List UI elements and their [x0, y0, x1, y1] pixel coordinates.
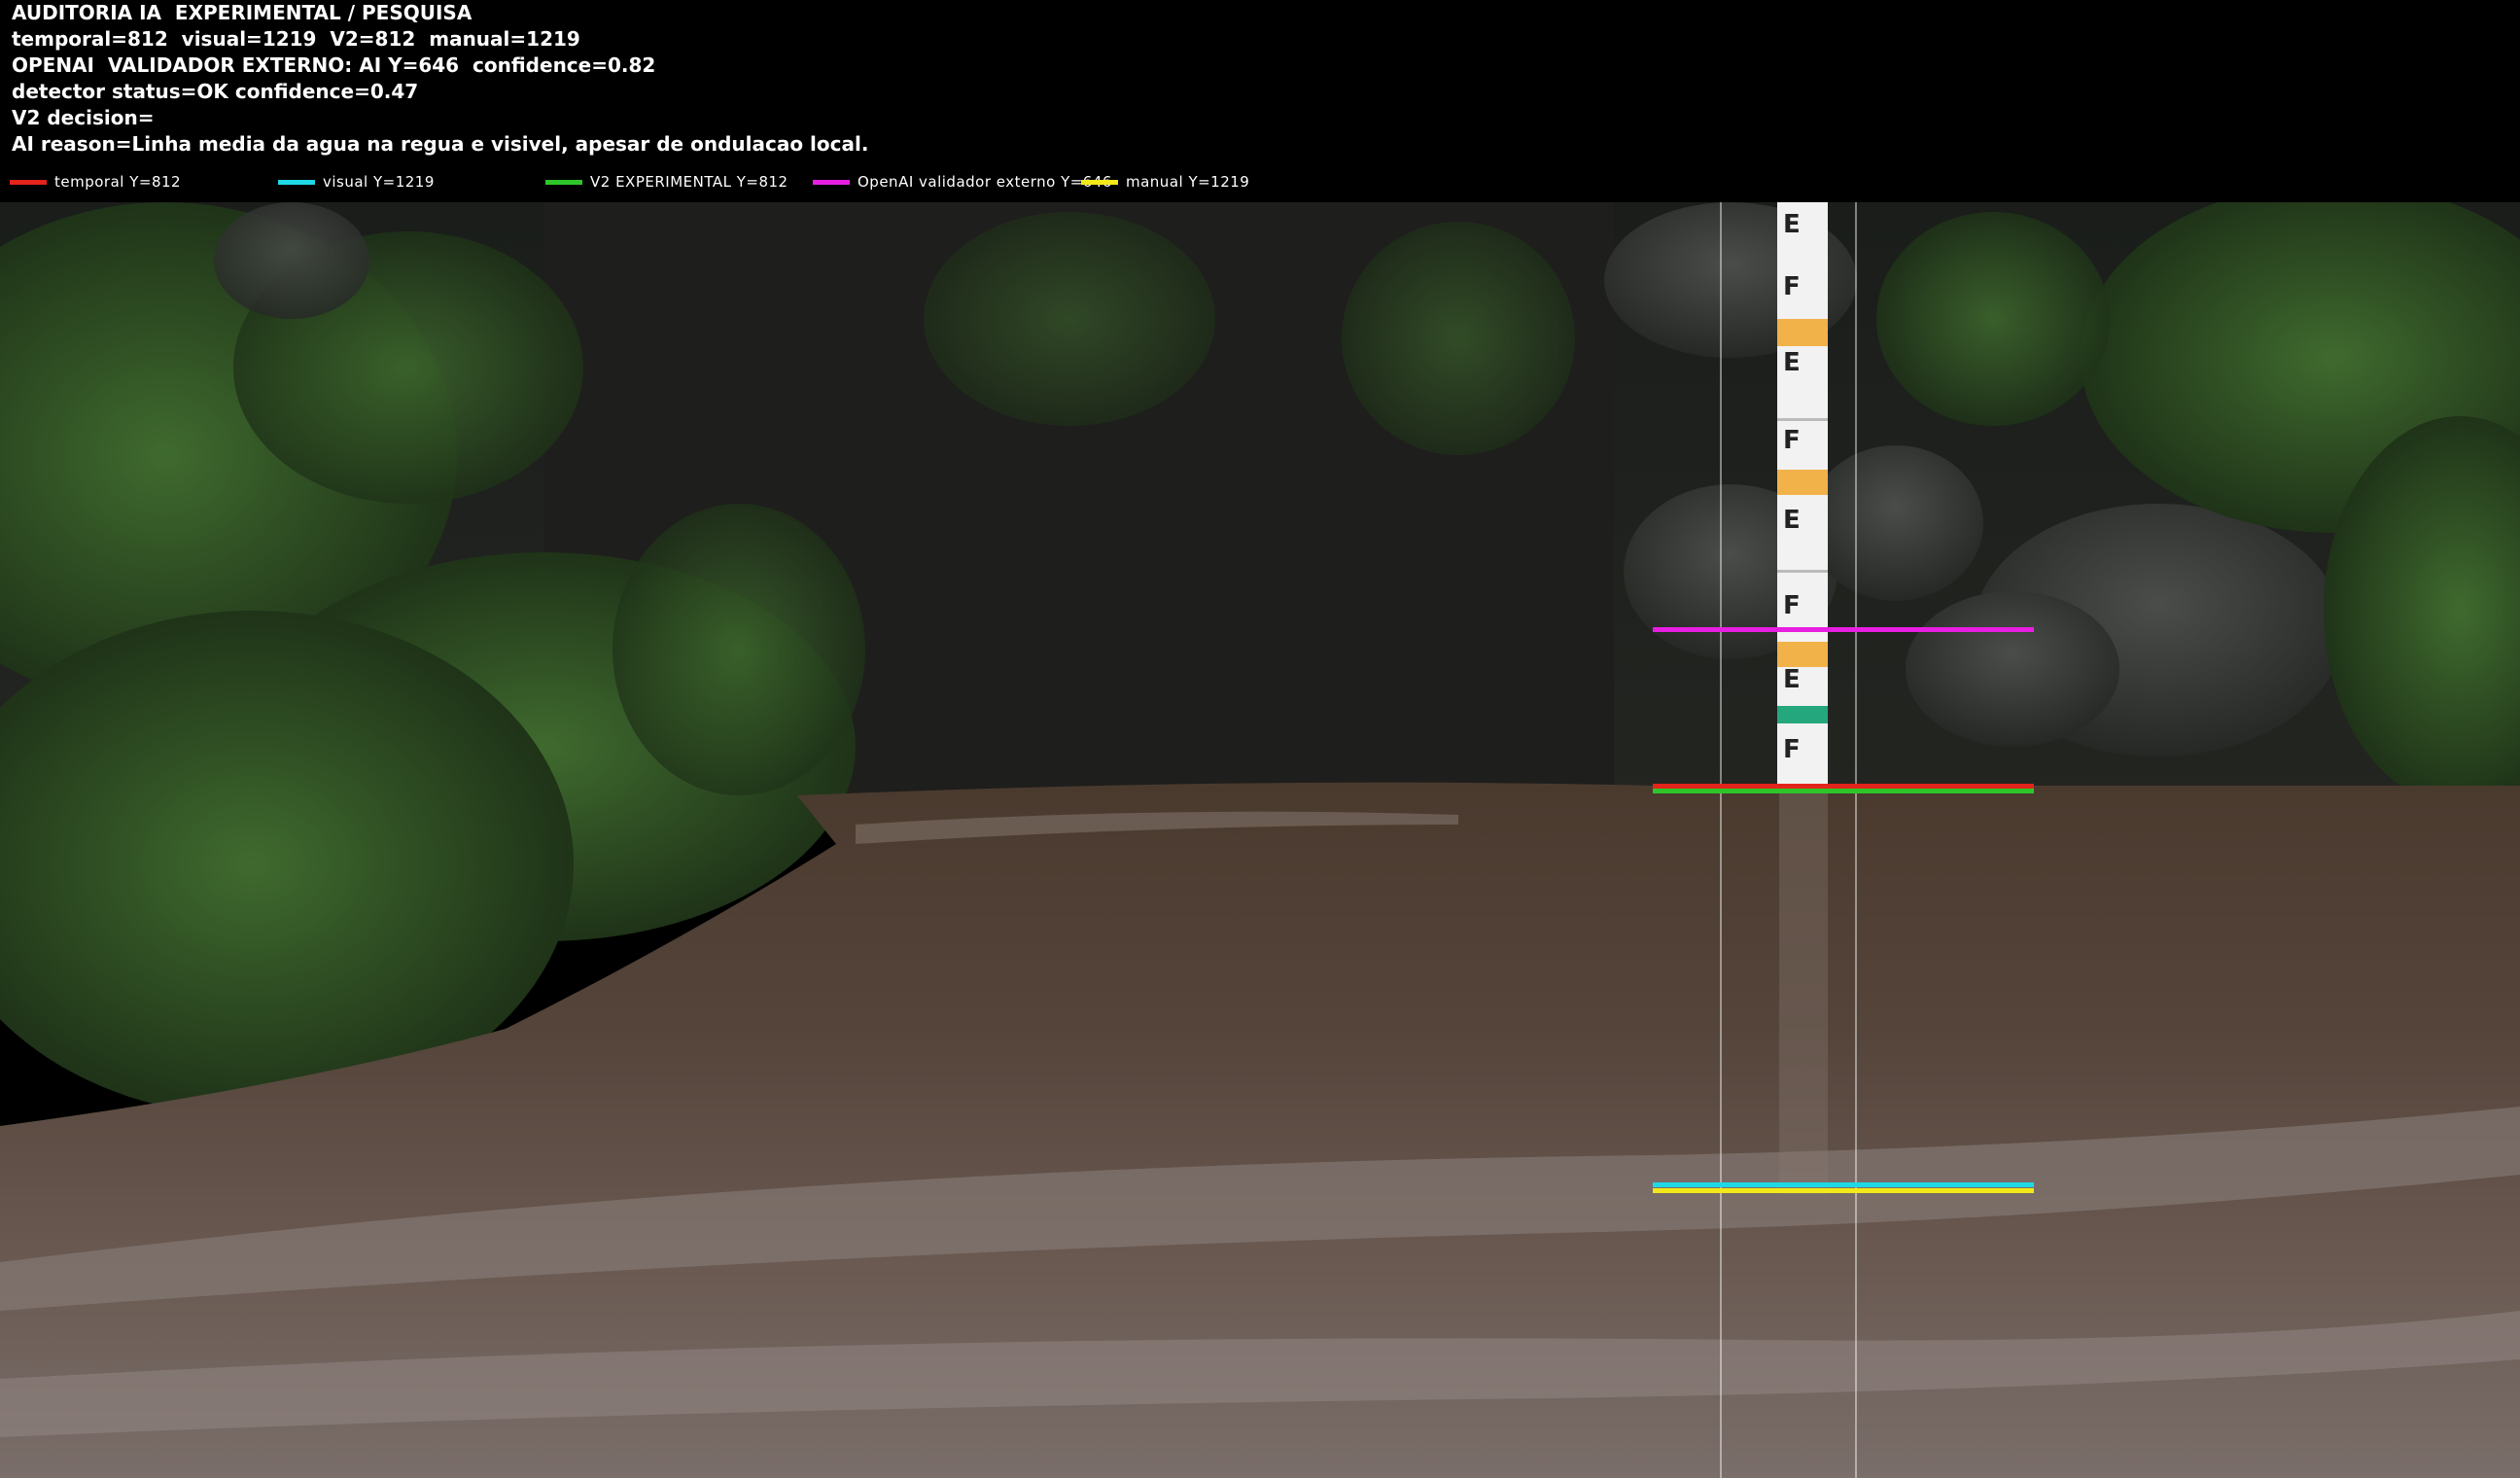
- legend-item-temporal: temporal Y=812: [10, 170, 181, 194]
- legend-swatch: [813, 179, 850, 185]
- gauge-mark: F: [1783, 272, 1801, 301]
- gauge-mark: F: [1783, 591, 1801, 620]
- legend-item-openai: OpenAI validador externo Y=646: [813, 170, 1112, 194]
- gauge-divider: [1777, 418, 1828, 421]
- gauge-divider: [1777, 570, 1828, 573]
- v2-level-line: [1653, 789, 2034, 793]
- gauge-mark: F: [1783, 735, 1801, 764]
- legend-swatch: [1081, 179, 1118, 185]
- legend-swatch: [278, 179, 315, 185]
- header-v2-decision: V2 decision=: [12, 106, 155, 129]
- gauge-mark: F: [1783, 426, 1801, 455]
- header-detector-status: detector status=OK confidence=0.47: [12, 80, 419, 103]
- roi-right-guide: [1855, 202, 1857, 1478]
- camera-frame: E F E F E F E F: [0, 202, 2520, 1478]
- header-readings: temporal=812 visual=1219 V2=812 manual=1…: [12, 27, 580, 51]
- gauge-orange-band: [1777, 319, 1828, 346]
- legend-item-manual: manual Y=1219: [1081, 170, 1249, 194]
- legend-swatch: [545, 179, 582, 185]
- legend-item-v2: V2 EXPERIMENTAL Y=812: [545, 170, 788, 194]
- gauge-mark: E: [1783, 665, 1801, 694]
- header-ai-reason: AI reason=Linha media da agua na regua e…: [12, 132, 869, 156]
- gauge-orange-band: [1777, 470, 1828, 495]
- audit-header: AUDITORIA IA EXPERIMENTAL / PESQUISA tem…: [0, 0, 2520, 202]
- openai-level-line: [1653, 627, 2034, 632]
- legend-label: V2 EXPERIMENTAL Y=812: [590, 173, 788, 191]
- gauge-mark: E: [1783, 348, 1801, 377]
- visual-level-line: [1653, 1182, 2034, 1187]
- roi-left-guide: [1720, 202, 1722, 1478]
- gauge-mark: E: [1783, 210, 1801, 239]
- legend-swatch: [10, 179, 47, 185]
- manual-level-line: [1653, 1188, 2034, 1193]
- legend-label: OpenAI validador externo Y=646: [858, 173, 1112, 191]
- legend-label: manual Y=1219: [1126, 173, 1250, 191]
- gauge-green-band: [1777, 706, 1828, 723]
- legend-label: temporal Y=812: [54, 173, 182, 191]
- legend-item-visual: visual Y=1219: [278, 170, 435, 194]
- gauge-mark: E: [1783, 506, 1801, 535]
- staff-gauge: E F E F E F E F: [1777, 202, 1828, 784]
- legend-label: visual Y=1219: [323, 173, 435, 191]
- river-scene-background: [0, 202, 2520, 1478]
- header-title: AUDITORIA IA EXPERIMENTAL / PESQUISA: [12, 1, 472, 24]
- gauge-orange-band: [1777, 642, 1828, 667]
- header-openai-validator: OPENAI VALIDADOR EXTERNO: AI Y=646 confi…: [12, 53, 656, 77]
